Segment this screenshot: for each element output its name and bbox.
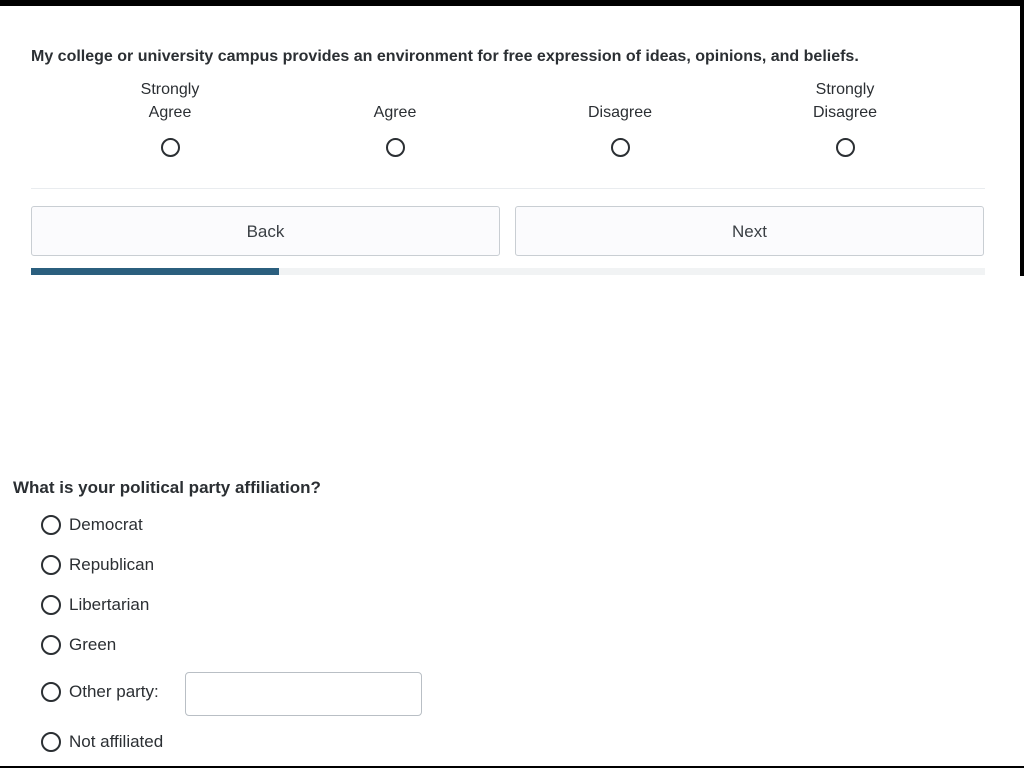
top-border [0, 0, 1024, 6]
progress-bar [31, 268, 985, 275]
other-party-input[interactable] [185, 672, 422, 716]
democrat-radio[interactable] [41, 515, 61, 535]
party-option-not-affiliated[interactable]: Not affiliated [41, 731, 163, 753]
not-affiliated-radio[interactable] [41, 732, 61, 752]
party-question-text: What is your political party affiliation… [13, 478, 321, 497]
progress-bar-fill [31, 268, 280, 275]
agree-radio[interactable] [385, 138, 405, 157]
republican-radio[interactable] [41, 555, 61, 575]
green-radio[interactable] [41, 635, 61, 655]
strongly-disagree-radio[interactable] [835, 138, 855, 157]
strongly-agree-radio[interactable] [160, 138, 180, 157]
next-button[interactable]: Next [515, 206, 984, 256]
likert-option-disagree[interactable]: Disagree [540, 78, 700, 157]
disagree-radio[interactable] [610, 138, 630, 157]
party-option-democrat[interactable]: Democrat [41, 514, 143, 536]
likert-option-strongly-agree[interactable]: Strongly Agree [90, 78, 250, 157]
republican-label: Republican [69, 555, 155, 574]
party-option-republican[interactable]: Republican [41, 554, 154, 576]
likert-option-agree[interactable]: Agree [315, 78, 475, 157]
libertarian-label: Libertarian [69, 595, 150, 614]
party-option-green[interactable]: Green [41, 634, 116, 656]
section-divider [31, 188, 985, 189]
likert-question-text: My college or university campus provides… [31, 48, 859, 65]
other-party-radio[interactable] [41, 682, 61, 702]
party-option-other[interactable]: Other party: [41, 681, 159, 703]
libertarian-radio[interactable] [41, 595, 61, 615]
green-label: Green [69, 635, 117, 654]
likert-option-label: Agree [373, 104, 417, 121]
likert-option-label: Strongly Agree [140, 81, 200, 121]
back-button[interactable]: Back [31, 206, 500, 256]
likert-option-strongly-disagree[interactable]: Strongly Disagree [765, 78, 925, 157]
other-party-label: Other party: [69, 682, 159, 701]
likert-option-label: Disagree [587, 104, 653, 121]
not-affiliated-label: Not affiliated [69, 732, 164, 751]
likert-option-label: Strongly Disagree [812, 81, 878, 121]
party-option-libertarian[interactable]: Libertarian [41, 594, 149, 616]
right-border [1020, 0, 1024, 276]
democrat-label: Democrat [69, 515, 143, 534]
